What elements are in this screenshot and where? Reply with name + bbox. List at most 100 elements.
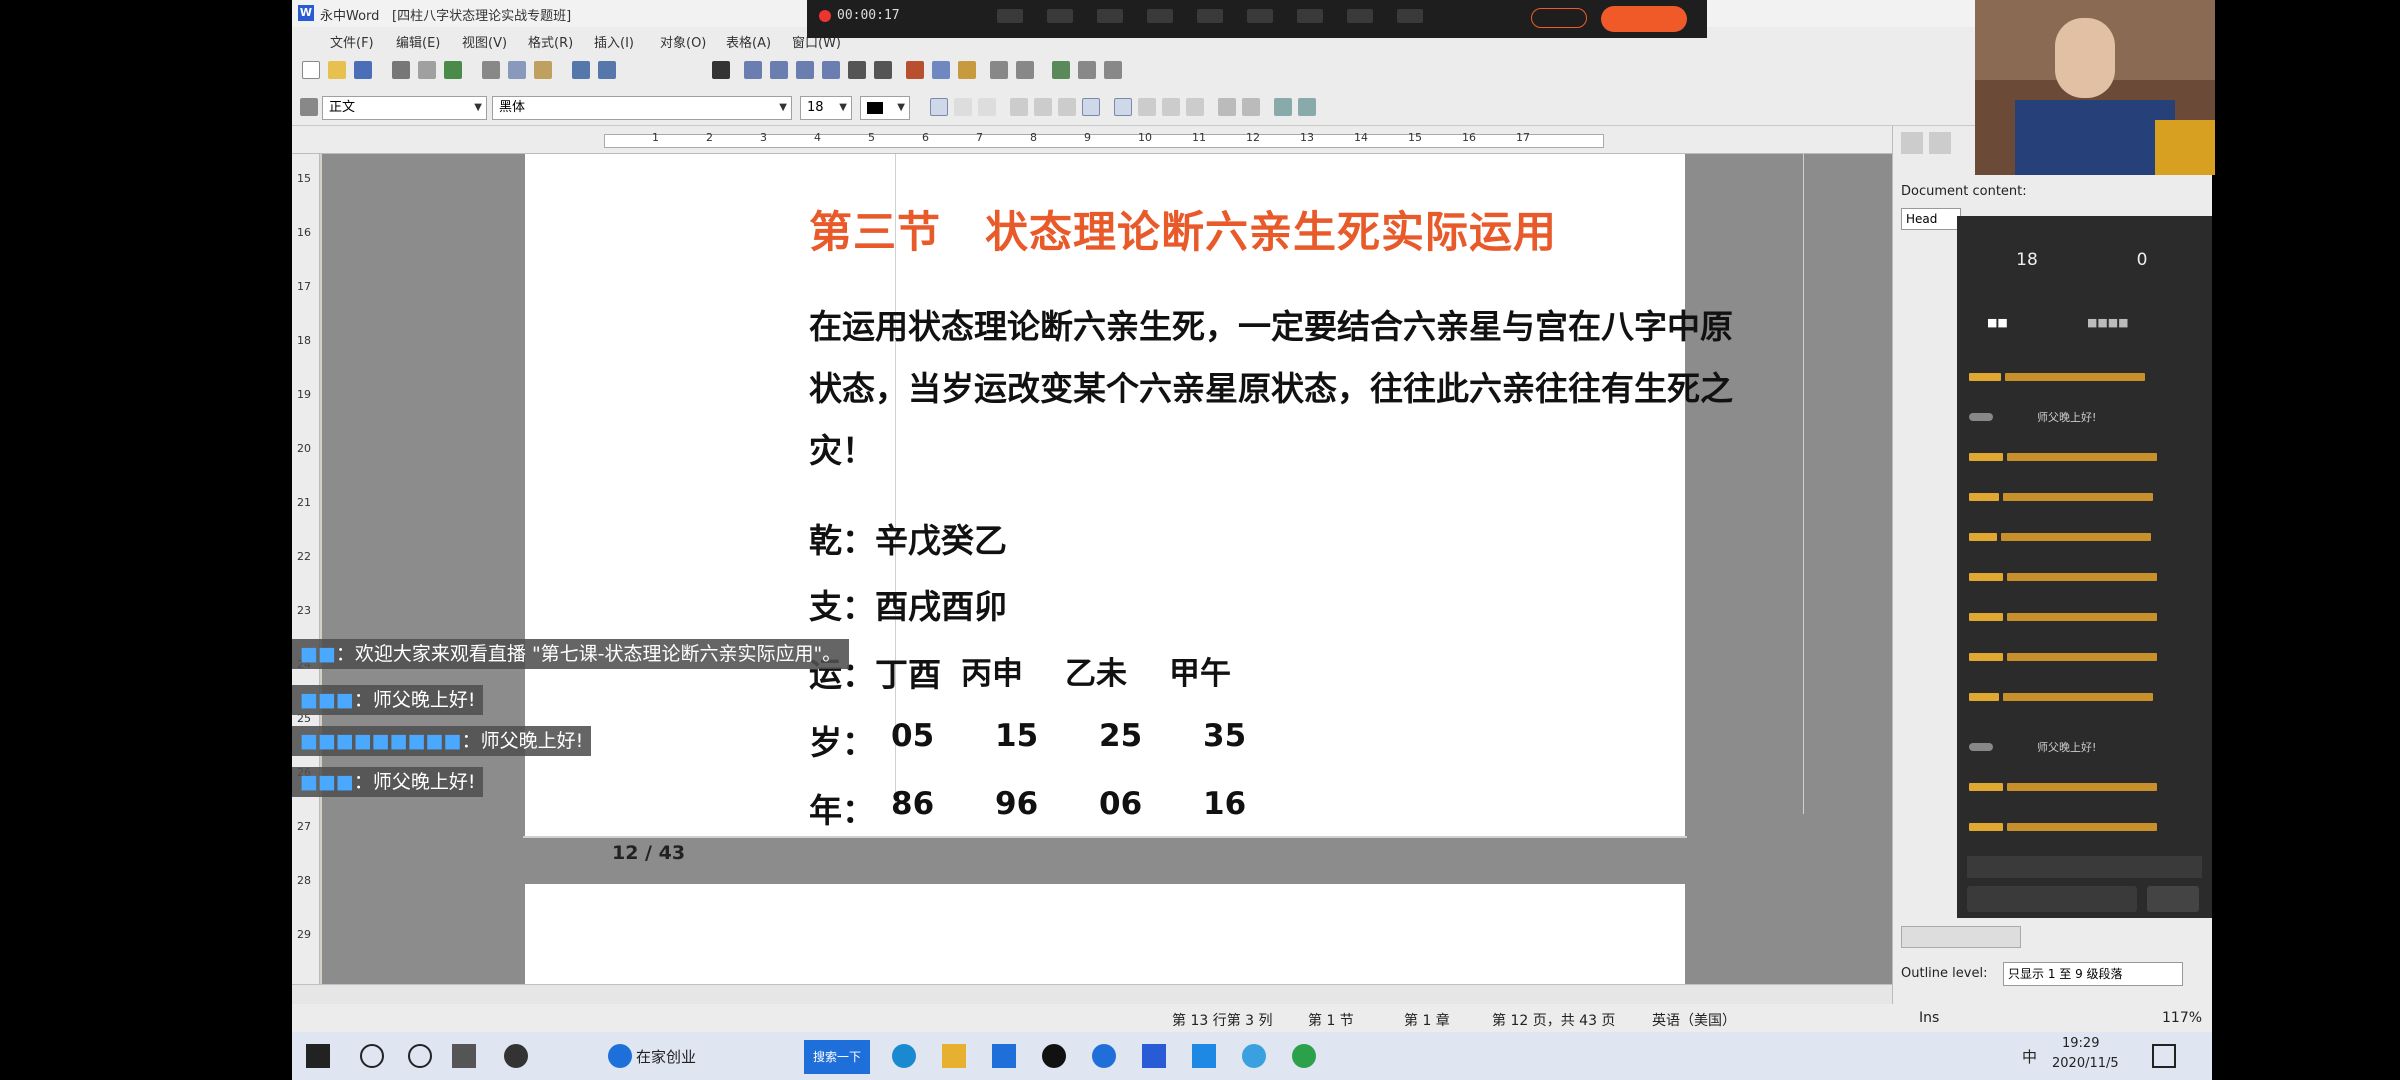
menu-object[interactable]: 对象(O) — [660, 32, 706, 51]
chart-icon[interactable] — [770, 61, 788, 79]
new-doc-icon[interactable] — [302, 61, 320, 79]
share-icon[interactable] — [1297, 9, 1323, 23]
format-painter-icon[interactable] — [1052, 61, 1070, 79]
table-icon[interactable] — [744, 61, 762, 79]
save-icon[interactable] — [354, 61, 372, 79]
frame-icon[interactable] — [822, 61, 840, 79]
cut-icon[interactable] — [482, 61, 500, 79]
shapes-icon[interactable] — [958, 61, 976, 79]
numbering-icon[interactable] — [1218, 98, 1236, 116]
justify-icon[interactable] — [1082, 98, 1100, 116]
align-right-icon[interactable] — [1058, 98, 1076, 116]
align-center-icon[interactable] — [1034, 98, 1052, 116]
ime-indicator[interactable]: 中 — [2022, 1046, 2037, 1067]
tab-center-icon[interactable] — [1138, 98, 1156, 116]
image-icon[interactable] — [932, 61, 950, 79]
italic-icon[interactable] — [954, 98, 972, 116]
beauty-icon[interactable] — [1197, 9, 1223, 23]
clock-time[interactable]: 19:29 — [2062, 1036, 2099, 1051]
body-line-2[interactable]: 状态，当岁运改变某个六亲星原状态，往往此六亲往往有生死之 — [809, 362, 1733, 410]
sui-value[interactable]: 25 — [1099, 718, 1142, 754]
find-icon[interactable] — [712, 61, 730, 79]
body-line-1[interactable]: 在运用状态理论断六亲生死，一定要结合六亲星与宫在八字中原 — [809, 300, 1733, 348]
redo-icon[interactable] — [598, 61, 616, 79]
menu-insert[interactable]: 插入(I) — [594, 32, 634, 51]
send-button[interactable] — [2147, 886, 2199, 912]
app-fan-icon[interactable] — [504, 1044, 528, 1068]
bold-icon[interactable] — [930, 98, 948, 116]
zoom-out-icon[interactable] — [874, 61, 892, 79]
browser-ie-icon[interactable] — [608, 1044, 632, 1068]
draw-icon[interactable] — [990, 61, 1008, 79]
mic-icon[interactable] — [997, 9, 1023, 23]
font-color-select[interactable]: ▼ — [860, 96, 910, 120]
underline-icon[interactable] — [978, 98, 996, 116]
menu-file[interactable]: 文件(F) — [330, 32, 374, 51]
nian-value[interactable]: 06 — [1099, 786, 1142, 822]
cortana-icon[interactable] — [408, 1044, 432, 1068]
heading-select[interactable]: Head — [1901, 208, 1961, 230]
tab-left-icon[interactable] — [1114, 98, 1132, 116]
tool-icon[interactable] — [1147, 9, 1173, 23]
reply-input[interactable] — [1967, 886, 2137, 912]
style-icon[interactable] — [1929, 132, 1951, 154]
macro-icon[interactable] — [1104, 61, 1122, 79]
nian-value[interactable]: 16 — [1203, 786, 1246, 822]
mail-icon[interactable] — [992, 1044, 1016, 1068]
search-go-button[interactable]: 搜索一下 — [804, 1040, 870, 1074]
print-preview-icon[interactable] — [418, 61, 436, 79]
vertical-ruler[interactable]: 15 16 17 18 19 20 21 22 23 24 25 26 27 2… — [292, 154, 320, 984]
end-live-button[interactable] — [1601, 6, 1687, 32]
green-browser-icon[interactable] — [1292, 1044, 1316, 1068]
menu-format[interactable]: 格式(R) — [528, 32, 573, 51]
zoom-in-icon[interactable] — [848, 61, 866, 79]
effect-icon[interactable] — [1247, 9, 1273, 23]
tab-online[interactable]: ■■■■ — [2087, 316, 2129, 329]
globe-icon[interactable] — [1242, 1044, 1266, 1068]
feather-app-icon[interactable] — [1092, 1044, 1116, 1068]
yun-value[interactable]: 乙未 — [1065, 648, 1127, 693]
camera-icon[interactable] — [1047, 9, 1073, 23]
sui-value[interactable]: 05 — [891, 718, 934, 754]
tab-chat[interactable]: ■■ — [1987, 316, 2008, 329]
sui-value[interactable]: 15 — [995, 718, 1038, 754]
section-heading[interactable]: 第三节 状态理论断六亲生死实际运用 — [809, 198, 1557, 260]
align-left-icon[interactable] — [1010, 98, 1028, 116]
print-icon[interactable] — [392, 61, 410, 79]
taskbar-search-text[interactable]: 在家创业 — [636, 1046, 696, 1067]
spell-check-icon[interactable] — [444, 61, 462, 79]
clip-icon[interactable] — [1078, 61, 1096, 79]
pause-live-button[interactable] — [1531, 8, 1587, 28]
nav-arrows[interactable] — [1901, 926, 2021, 948]
sui-label[interactable]: 岁： — [809, 716, 875, 764]
navigator-icon[interactable] — [1901, 132, 1923, 154]
document-canvas[interactable]: 第三节 状态理论断六亲生死实际运用 在运用状态理论断六亲生死，一定要结合六亲星与… — [322, 154, 1892, 994]
status-zoom[interactable]: 117% — [2162, 1010, 2202, 1026]
task-view-icon[interactable] — [452, 1044, 476, 1068]
more-icon[interactable] — [1347, 9, 1373, 23]
open-folder-icon[interactable] — [328, 61, 346, 79]
pointer-icon[interactable] — [300, 98, 318, 116]
columns-icon[interactable] — [796, 61, 814, 79]
screen-share-icon[interactable] — [1097, 9, 1123, 23]
style-select[interactable]: 正文 ▼ — [322, 96, 487, 120]
document-page[interactable]: 第三节 状态理论断六亲生死实际运用 在运用状态理论断六亲生死，一定要结合六亲星与… — [525, 154, 1804, 838]
yun-value[interactable]: 丙申 — [961, 648, 1023, 693]
file-explorer-icon[interactable] — [942, 1044, 966, 1068]
word-icon[interactable] — [1142, 1044, 1166, 1068]
font-size-select[interactable]: 18 ▼ — [800, 96, 852, 120]
settings-icon[interactable] — [1397, 9, 1423, 23]
horizontal-scrollbar[interactable] — [292, 984, 1892, 1004]
indent-icon[interactable] — [1274, 98, 1292, 116]
gift-bar[interactable] — [1967, 856, 2202, 878]
copy-icon[interactable] — [508, 61, 526, 79]
undo-icon[interactable] — [572, 61, 590, 79]
align-tool-icon[interactable] — [1016, 61, 1034, 79]
nian-value[interactable]: 96 — [995, 786, 1038, 822]
menu-table[interactable]: 表格(A) — [726, 32, 771, 51]
yun-value[interactable]: 甲午 — [1169, 648, 1231, 693]
nian-label[interactable]: 年： — [809, 784, 875, 832]
next-page[interactable] — [525, 884, 1685, 994]
windows-start-icon[interactable] — [306, 1044, 330, 1068]
nian-value[interactable]: 86 — [891, 786, 934, 822]
